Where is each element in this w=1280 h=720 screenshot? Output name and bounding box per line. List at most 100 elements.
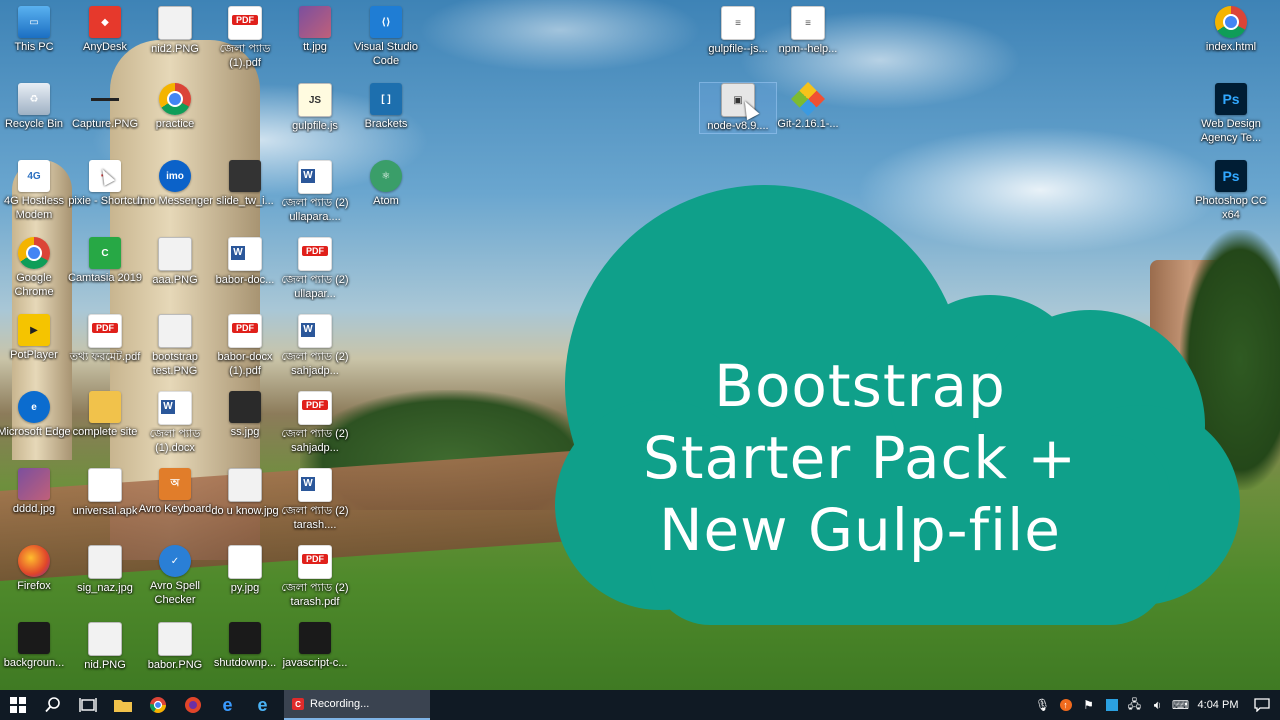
desktop-icon-edge[interactable]: e Microsoft Edge	[0, 391, 72, 439]
image-file-icon	[228, 468, 262, 502]
desktop-icon-brackets[interactable]: [ ] Brackets	[348, 83, 424, 131]
desktop-icon-tarash-pdf[interactable]: জেলা প্যাড (2) tarash.pdf	[277, 545, 353, 609]
desktop-icon-capture[interactable]: Capture.PNG	[67, 83, 143, 131]
update-arrow-icon[interactable]: ↑	[1054, 690, 1077, 720]
desktop-icon-universal-apk[interactable]: universal.apk	[67, 468, 143, 518]
desktop-icon-recycle-bin[interactable]: ♻ Recycle Bin	[0, 83, 72, 131]
desktop-icon-avro-keyboard[interactable]: অ Avro Keyboard	[137, 468, 213, 516]
search-button[interactable]	[35, 690, 70, 720]
network-icon[interactable]: 🖧︎	[1123, 690, 1146, 720]
desktop-icon-tarash-doc[interactable]: জেলা প্যাড (2) tarash....	[277, 468, 353, 532]
task-view-button[interactable]	[70, 690, 105, 720]
start-button[interactable]	[0, 690, 35, 720]
microphone-icon[interactable]: 🎙︎	[1031, 690, 1054, 720]
network-share-icon[interactable]: ⚑	[1077, 690, 1100, 720]
desktop-icon-bootstrap-test[interactable]: bootstrap test.PNG	[137, 314, 213, 378]
desktop-icon-ullapar-pdf[interactable]: জেলা প্যাড (2) ullapar...	[277, 237, 353, 301]
desktop-icon-pad1-docx[interactable]: জেলা প্যাড (1).docx	[137, 391, 213, 455]
desktop-icon-complete-site[interactable]: complete site	[67, 391, 143, 439]
desktop-icon-anydesk[interactable]: ◆ AnyDesk	[67, 6, 143, 54]
taskbar-internet-explorer[interactable]: e	[245, 690, 280, 720]
desktop-icon-imo[interactable]: imo Imo Messenger	[137, 160, 213, 208]
pdf-file-icon	[228, 314, 262, 348]
desktop-icon-firefox[interactable]: Firefox	[0, 545, 72, 593]
desktop-icon-do-u-know[interactable]: do u know.jpg	[207, 468, 283, 518]
word-file-icon	[298, 160, 332, 194]
language-icon[interactable]: ⌨︎	[1169, 690, 1192, 720]
desktop-icon-py[interactable]: py.jpg	[207, 545, 283, 595]
desktop-icon-camtasia[interactable]: C Camtasia 2019	[67, 237, 143, 285]
desktop-icon-web-design[interactable]: Ps Web Design Agency Te...	[1193, 83, 1269, 145]
recorder-tray-icon[interactable]	[1100, 690, 1123, 720]
desktop-icon-ullapara-doc[interactable]: জেলা প্যাড (2) ullapara....	[277, 160, 353, 224]
desktop-icon-sig-naz[interactable]: sig_naz.jpg	[67, 545, 143, 595]
desktop-icon-avro-spell[interactable]: ✓ Avro Spell Checker	[137, 545, 213, 607]
volume-icon[interactable]: 🔉︎	[1146, 690, 1169, 720]
desktop-icon-gulpfile-js-2[interactable]: ≡ gulpfile--js...	[700, 6, 776, 56]
clock[interactable]: 4:04 PM	[1192, 699, 1244, 711]
desktop-icon-babor-docx-pdf[interactable]: babor-docx (1).pdf	[207, 314, 283, 378]
desktop-icon-node[interactable]: ▣ node-v8.9....	[699, 82, 777, 134]
desktop-icon-nid2[interactable]: nid2.PNG	[137, 6, 213, 56]
desktop-icon-javascript[interactable]: javascript-c...	[277, 622, 353, 670]
taskbar-firefox[interactable]	[175, 690, 210, 720]
desktop-icon-babor-png[interactable]: babor.PNG	[137, 622, 213, 672]
file-icon	[88, 468, 122, 502]
desktop-icon-atom[interactable]: ⚛ Atom	[348, 160, 424, 208]
image-file-icon	[229, 622, 261, 654]
notifications-button[interactable]	[1244, 698, 1280, 712]
desktop-icon-shutdown[interactable]: shutdownp...	[207, 622, 283, 670]
desktop-icon-gulpfile-js[interactable]: JS gulpfile.js	[277, 83, 353, 133]
image-file-icon	[89, 83, 121, 115]
computer-icon: ▭	[18, 6, 50, 38]
taskbar-chrome[interactable]	[140, 690, 175, 720]
task-view-icon	[78, 698, 97, 712]
text-file-icon: ≡	[721, 6, 755, 40]
desktop-icon-babor-doc[interactable]: babor-doc...	[207, 237, 283, 287]
pdf-file-icon	[298, 237, 332, 271]
desktop-icon-pdf-1[interactable]: জেলা প্যাড (1).pdf	[207, 6, 283, 70]
desktop-icon-git[interactable]: Git-2.16.1-...	[770, 83, 846, 131]
anydesk-icon: ◆	[89, 6, 121, 38]
edge-icon: e	[18, 391, 50, 423]
folder-icon	[113, 700, 132, 712]
pdf-file-icon	[88, 314, 122, 348]
pdf-file-icon	[298, 545, 332, 579]
internet-explorer-icon: e	[257, 694, 268, 715]
desktop-icon-sahjadp-doc[interactable]: জেলা প্যাড (2) sahjadp...	[277, 314, 353, 378]
desktop-icon-index-html[interactable]: index.html	[1193, 6, 1269, 54]
recording-label: Recording...	[310, 698, 370, 710]
spell-checker-icon: ✓	[159, 545, 191, 577]
taskbar-recording-app[interactable]: C Recording...	[284, 690, 430, 720]
image-file-icon	[158, 622, 192, 656]
desktop-icon-dddd[interactable]: dddd.jpg	[0, 468, 72, 516]
image-file-icon	[229, 160, 261, 192]
image-file-icon	[88, 545, 122, 579]
image-file-icon	[158, 6, 192, 40]
edge-icon: e	[222, 694, 233, 715]
desktop-icon-background[interactable]: backgroun...	[0, 622, 72, 670]
image-file-icon	[88, 622, 122, 656]
desktop-icon-npm-help[interactable]: ≡ npm--help...	[770, 6, 846, 56]
word-file-icon	[298, 468, 332, 502]
desktop-icon-tottho-pdf[interactable]: তথ্য ফরমেট.pdf	[67, 314, 143, 364]
desktop-icon-sahjadp-pdf[interactable]: জেলা প্যাড (2) sahjadp...	[277, 391, 353, 455]
desktop-icon-modem[interactable]: 4G 4G Hostless Modem	[0, 160, 72, 222]
desktop-icon-vscode[interactable]: ⟨⟩ Visual Studio Code	[348, 6, 424, 68]
desktop-icon-google-chrome[interactable]: Google Chrome	[0, 237, 72, 299]
desktop-icon-nid[interactable]: nid.PNG	[67, 622, 143, 672]
desktop-icon-tt-jpg[interactable]: tt.jpg	[277, 6, 353, 54]
desktop-icon-this-pc[interactable]: ▭ This PC	[0, 6, 72, 54]
pdf-file-icon	[298, 391, 332, 425]
js-file-icon: JS	[298, 83, 332, 117]
desktop-icon-potplayer[interactable]: ▶ PotPlayer	[0, 314, 72, 362]
folder-icon	[89, 391, 121, 423]
desktop-icon-slide[interactable]: slide_tw_i...	[207, 160, 283, 208]
taskbar-file-explorer[interactable]	[105, 690, 140, 720]
desktop-icon-ss[interactable]: ss.jpg	[207, 391, 283, 439]
desktop-icon-practice[interactable]: practice	[137, 83, 213, 131]
image-file-icon	[299, 622, 331, 654]
desktop-icon-aaa[interactable]: aaa.PNG	[137, 237, 213, 287]
taskbar-edge[interactable]: e	[210, 690, 245, 720]
camtasia-icon: C	[89, 237, 121, 269]
